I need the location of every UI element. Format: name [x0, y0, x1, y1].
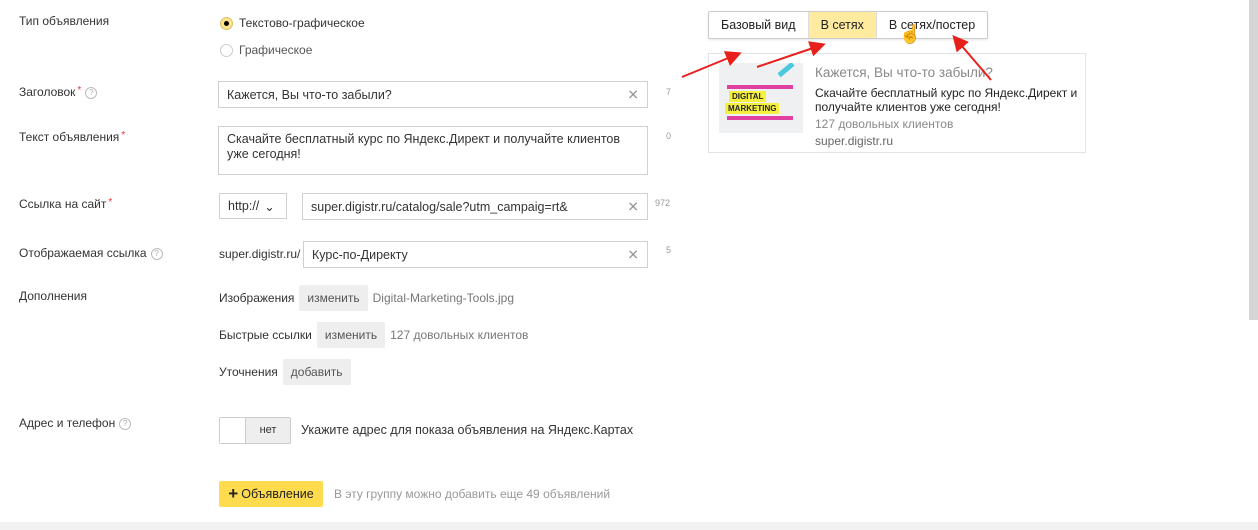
arrow-networks — [756, 41, 826, 68]
hand-cursor-icon: ☝ — [899, 24, 922, 44]
annotation-arrows — [681, 34, 992, 81]
footer-strip — [0, 522, 1258, 530]
arrow-poster — [952, 34, 992, 81]
scrollbar[interactable] — [1249, 0, 1258, 320]
arrow-basic — [681, 51, 742, 78]
